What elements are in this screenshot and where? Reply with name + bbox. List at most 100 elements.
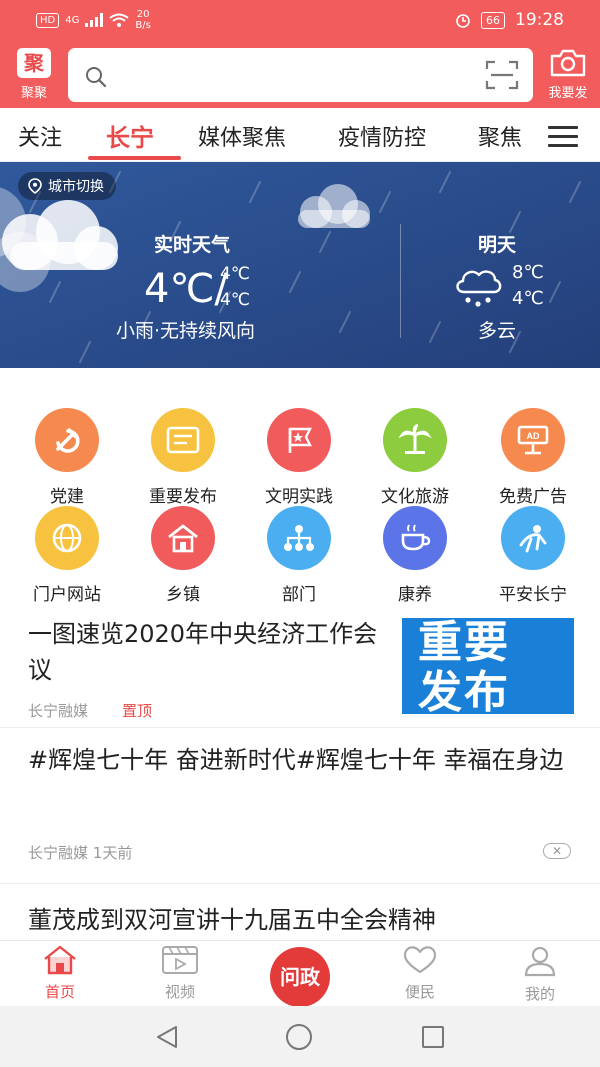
alarm-icon [456,14,470,28]
news-item[interactable]: 一图速览2020年中央经济工作会议 重要 发布 长宁融媒 置顶 [0,606,600,728]
shortcut-party-building[interactable]: 党建 [9,408,125,507]
news-title: 一图速览2020年中央经济工作会议 [28,620,378,684]
org-chart-icon [267,506,331,570]
shortcut-label: 门户网站 [33,585,101,605]
weather-divider [400,224,401,338]
nav-mine-label: 我的 [524,985,555,1003]
pinned-tag: 置顶 [122,702,153,720]
channel-tabs: 关注 长宁 媒体聚焦 疫情防控 聚焦 [0,108,600,162]
tab-media-focus[interactable]: 媒体聚焦 [198,120,286,152]
tomorrow-weather-desc: 多云 [478,320,517,342]
ad-board-icon: AD [501,408,565,472]
camera-post-button[interactable]: 我要发 [538,48,598,102]
tab-focus[interactable]: 聚焦 [478,120,522,152]
city-switch-label: 城市切换 [48,179,104,195]
network-type: 4G [65,14,80,26]
news-meta: 长宁融媒 1天前 [28,842,132,863]
shortcut-safe-changning[interactable]: 平安长宁 [475,506,591,605]
shortcut-departments[interactable]: 部门 [241,506,357,605]
tomorrow-high-temp: 8℃ [512,262,544,283]
tea-cup-icon [383,506,447,570]
nav-mine[interactable]: 我的 [500,945,580,1004]
news-item[interactable]: 董茂成到双河宣讲十九届五中全会精神 [0,886,600,940]
signal-icon [85,13,104,27]
heart-icon [403,946,437,974]
cloud-rain-icon [456,270,502,307]
clock: 19:28 [515,10,564,30]
app-logo-icon: 聚 [17,48,51,78]
nav-home[interactable]: 首页 [20,945,100,1002]
shortcut-label: 党建 [50,487,84,507]
tomorrow-low-temp: 4℃ [512,288,544,309]
now-weather-desc: 小雨·无持续风向 [116,320,256,342]
channel-menu-icon[interactable] [548,126,578,148]
nav-inquiry-button[interactable]: 问政 [270,947,330,1007]
shortcut-label: 免费广告 [499,487,567,507]
camera-label: 我要发 [548,86,588,101]
shortcut-towns[interactable]: 乡镇 [125,506,241,605]
tab-changning[interactable]: 长宁 [106,118,154,153]
tab-follow[interactable]: 关注 [18,120,62,152]
search-icon [86,67,107,88]
news-source: 长宁融媒 [28,702,89,720]
now-high-temp: 4℃ [220,264,250,284]
news-item[interactable]: #辉煌七十年 奋进新时代#辉煌七十年 幸福在身边 长宁融媒 1天前 ✕ [0,730,600,884]
news-title: 董茂成到双河宣讲十九届五中全会精神 [28,906,436,934]
news-title: #辉煌七十年 奋进新时代#辉煌七十年 幸福在身边 [28,746,564,774]
shortcut-grid: 党建 重要发布 文明实践 文化旅游 AD 免费广告 门户网站 乡镇 部门 康养 … [0,394,600,605]
news-source: 长宁融媒 [28,844,89,862]
tomorrow-title: 明天 [478,234,517,256]
shortcut-portal-site[interactable]: 门户网站 [9,506,125,605]
shortcut-label: 乡镇 [166,585,200,605]
city-switch-button[interactable]: 城市切换 [18,172,116,200]
status-bar: HD 4G 20 B/s 66 19:28 [0,0,600,40]
news-time: 1天前 [92,844,133,862]
search-bar[interactable] [68,48,533,102]
shortcut-culture-tourism[interactable]: 文化旅游 [357,408,473,507]
app-logo-button[interactable]: 聚 聚聚 [12,48,56,101]
shortcut-label: 重要发布 [149,487,217,507]
recent-apps-icon[interactable] [422,1026,444,1048]
party-emblem-icon [35,408,99,472]
palm-tree-icon [383,408,447,472]
wifi-icon [109,13,129,27]
app-logo-label: 聚聚 [20,86,47,101]
system-navigation [0,1006,600,1067]
camera-icon [550,49,586,77]
nav-video-label: 视频 [164,983,195,1001]
home-icon [44,945,76,975]
scan-icon[interactable] [485,60,519,90]
user-icon [524,946,556,977]
nav-video[interactable]: 视频 [140,945,220,1002]
network-speed: 20 B/s [135,9,151,31]
announcement-icon [151,408,215,472]
svg-text:AD: AD [527,431,540,441]
shortcut-important-release[interactable]: 重要发布 [125,408,241,507]
app-header: 聚 聚聚 我要发 [0,40,600,108]
news-thumbnail: 重要 发布 [402,618,574,714]
house-icon [151,506,215,570]
thumbnail-text-line-1: 重要 [418,618,510,668]
tabs-fade [520,108,548,161]
tab-epidemic[interactable]: 疫情防控 [338,120,426,152]
home-circle-icon[interactable] [286,1024,312,1050]
battery-level: 66 [481,11,505,29]
nav-service[interactable]: 便民 [380,945,460,1002]
now-low-temp: 4℃ [220,290,250,310]
now-weather-title: 实时天气 [154,234,231,256]
weather-card[interactable]: 城市切换 实时天气 4℃/ 4℃ 4℃ 小雨·无持续风向 明天 8℃ 4℃ 多云 [0,162,600,368]
shortcut-label: 康养 [398,585,432,605]
globe-icon [35,506,99,570]
shortcut-health-care[interactable]: 康养 [357,506,473,605]
bottom-navigation: 首页 视频 问政 便民 我的 [0,940,600,1007]
shortcut-label: 文化旅游 [381,487,449,507]
shortcut-civilization[interactable]: 文明实践 [241,408,357,507]
dismiss-news-button[interactable]: ✕ [543,843,571,859]
back-icon[interactable] [154,1024,180,1050]
shortcut-free-ads[interactable]: AD 免费广告 [475,408,591,507]
shortcut-label: 平安长宁 [499,585,567,605]
shield-person-icon [501,506,565,570]
active-tab-indicator [88,156,181,160]
location-pin-icon [28,178,42,194]
nav-home-label: 首页 [44,983,75,1001]
